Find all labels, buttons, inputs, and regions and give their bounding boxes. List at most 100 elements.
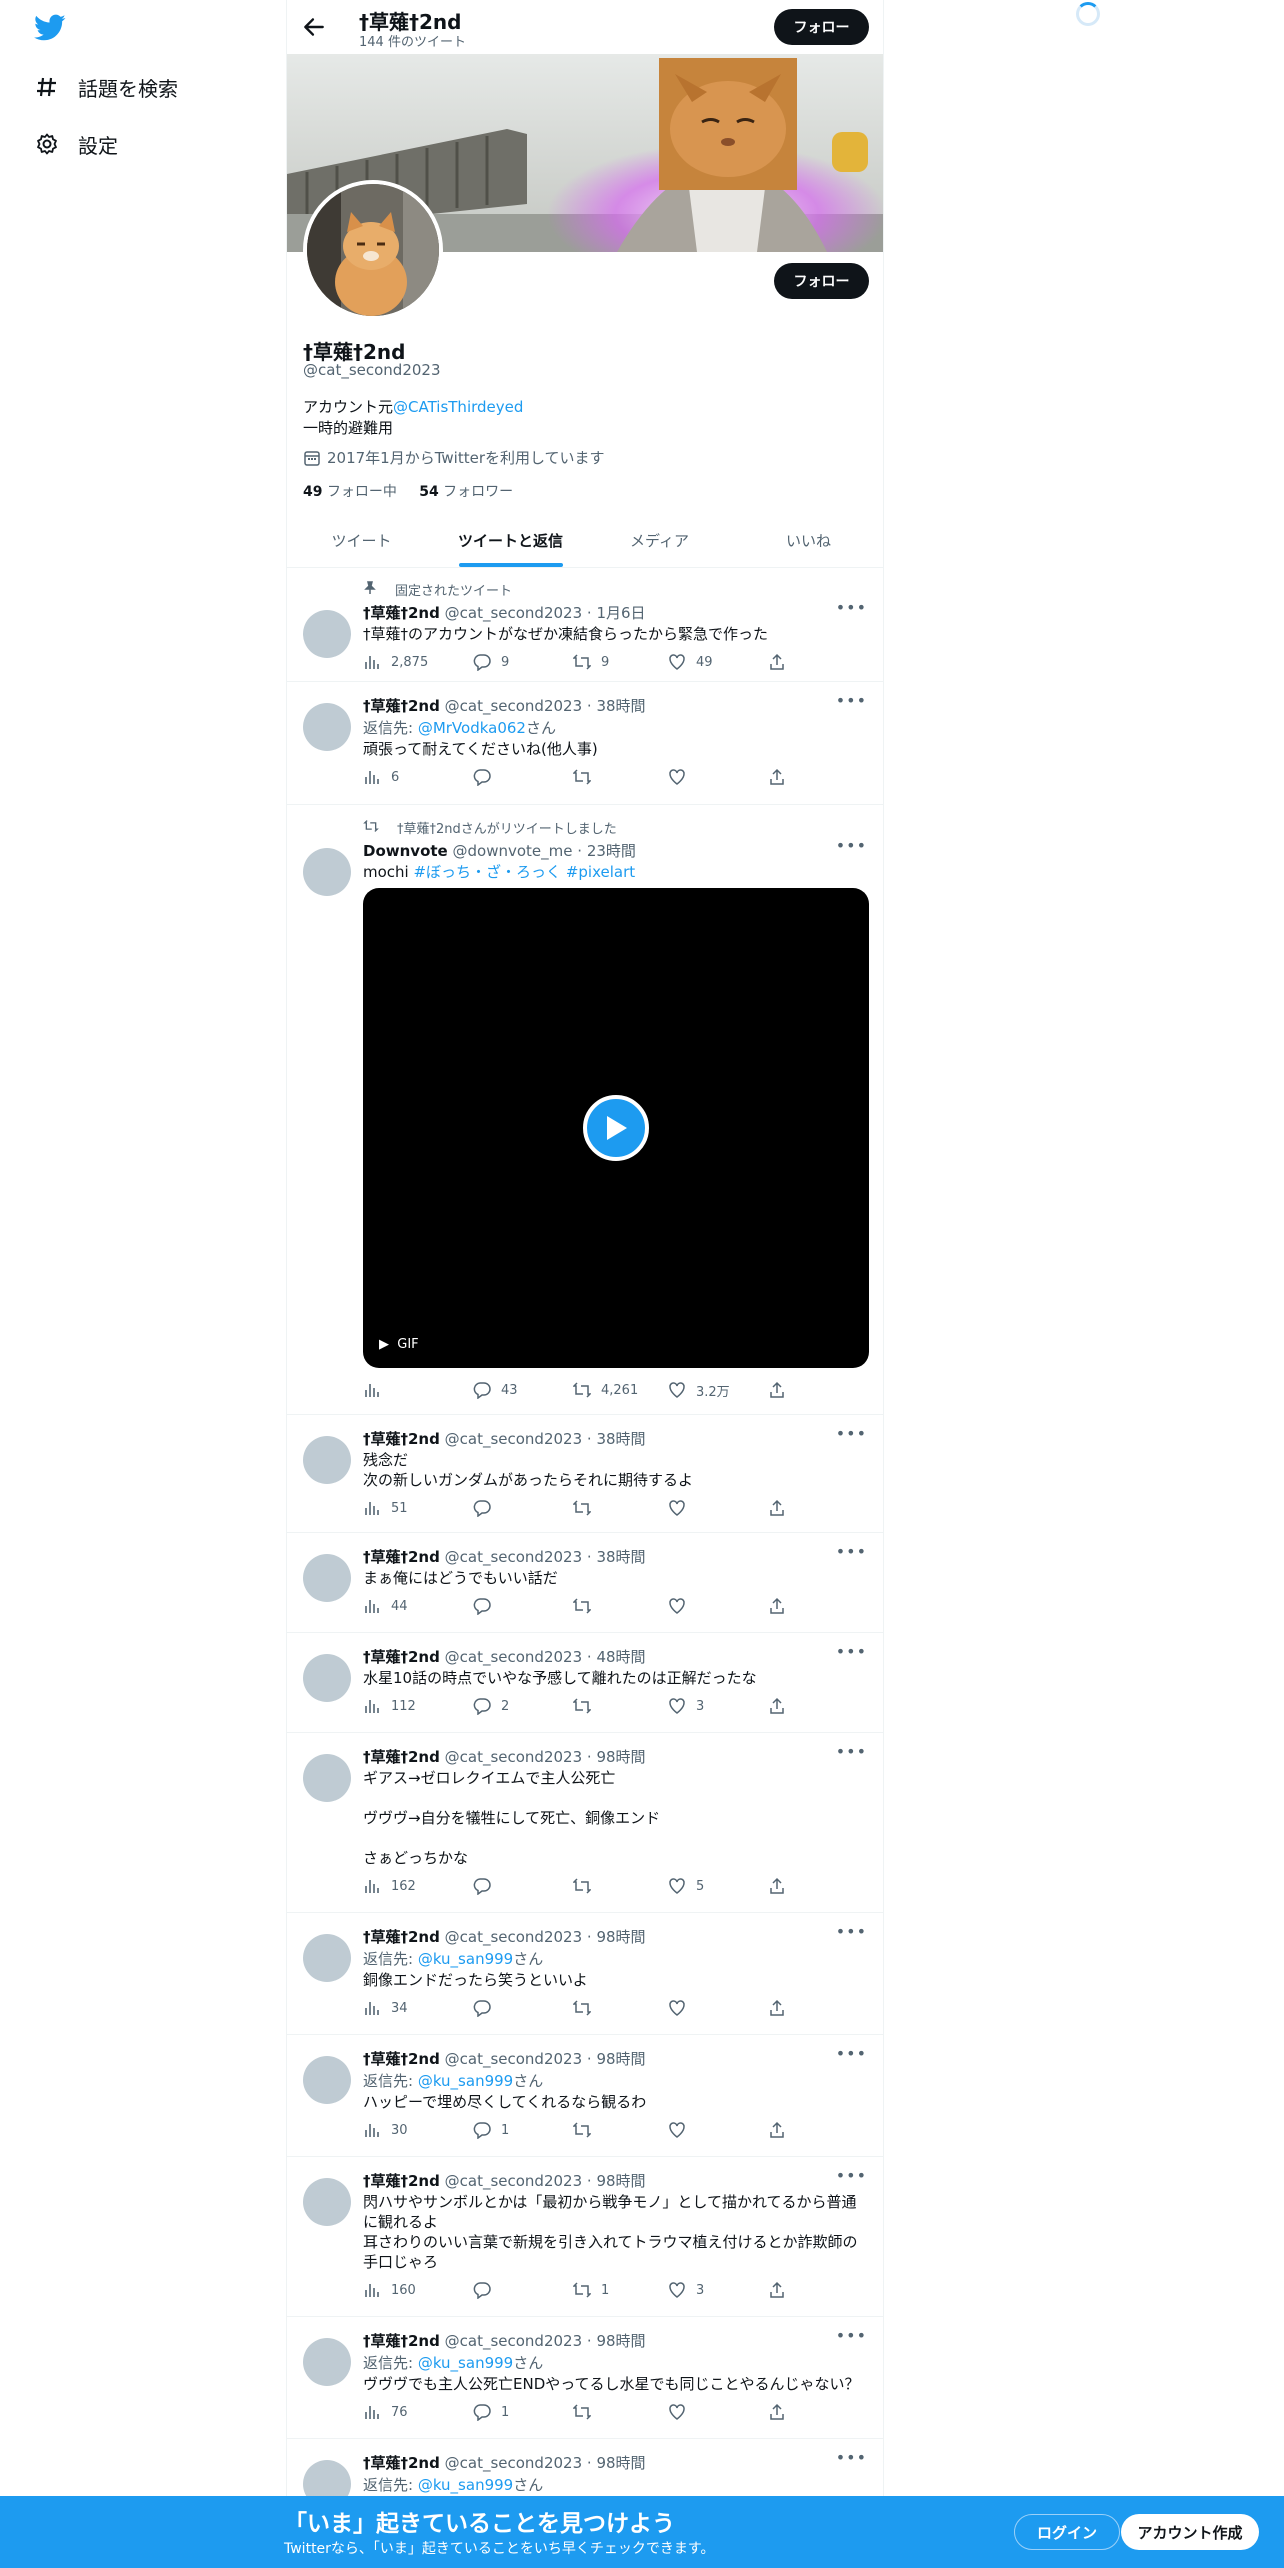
reply-button[interactable] [473,1998,501,2018]
tweet-avatar[interactable] [303,703,351,751]
retweet-button[interactable]: 1 [573,2280,609,2300]
retweet-button[interactable]: 9 [573,652,609,672]
tweet-author-handle[interactable]: @cat_second2023 [445,1430,583,1448]
views-button[interactable]: 51 [363,1498,408,1518]
reply-button[interactable] [473,2280,501,2300]
share-button[interactable] [768,1696,796,1716]
tweet-time[interactable]: 98時間 [596,2332,645,2350]
tab-tweets[interactable]: ツイート [287,514,436,567]
tweet-item[interactable]: †草薙†2nd @cat_second2023 · 98時間 ••• 返信先: @k… [287,2318,883,2439]
more-options-icon[interactable]: ••• [836,2044,867,2063]
retweet-button[interactable] [573,1998,601,2018]
tweet-item[interactable]: †草薙†2nd @cat_second2023 · 98時間 ••• 返信先: @k… [287,1914,883,2035]
tweet-avatar[interactable] [303,2338,351,2386]
tweet-hashtags[interactable]: #ぼっち・ざ・ろっく #pixelart [413,863,635,881]
following-link[interactable]: 49 フォロー中 [303,484,397,500]
tweet-item[interactable]: †草薙†2nd @cat_second2023 · 98時間 ••• 返信先: @k… [287,2036,883,2157]
like-button[interactable]: 3.2万 [668,1380,730,1400]
views-button[interactable] [363,1380,391,1400]
reply-button[interactable]: 1 [473,2402,509,2422]
tweet-item[interactable]: †草薙†2nd @cat_second2023 · 38時間 ••• まぁ俺にはどう… [287,1534,883,1633]
nav-explore[interactable]: 話題を検索 [34,67,178,107]
more-options-icon[interactable]: ••• [836,1742,867,1761]
tweet-time[interactable]: 98時間 [596,2050,645,2068]
tweet-avatar[interactable] [303,610,351,658]
tweet-avatar[interactable] [303,848,351,896]
tweet-author-handle[interactable]: @cat_second2023 [445,2050,583,2068]
tweet-time[interactable]: 38時間 [596,697,645,715]
more-options-icon[interactable]: ••• [836,836,867,855]
tweet-time[interactable]: 98時間 [596,2172,645,2190]
tweet-time[interactable]: 98時間 [596,1748,645,1766]
tweet-avatar[interactable] [303,1554,351,1602]
tweet-author-name[interactable]: †草薙†2nd [363,2454,440,2472]
share-button[interactable] [768,652,796,672]
profile-follow-button[interactable]: フォロー [774,263,869,299]
tweet-author-name[interactable]: †草薙†2nd [363,1430,440,1448]
tweet-author-handle[interactable]: @cat_second2023 [445,697,583,715]
reply-to-link[interactable]: @ku_san999 [418,2072,513,2090]
tweet-avatar[interactable] [303,1654,351,1702]
share-button[interactable] [768,1876,796,1896]
more-options-icon[interactable]: ••• [836,691,867,710]
tweet-avatar[interactable] [303,2178,351,2226]
reply-button[interactable] [473,1498,501,1518]
tweet-author-handle[interactable]: @cat_second2023 [445,2332,583,2350]
retweet-button[interactable] [573,2120,601,2140]
reply-button[interactable]: 43 [473,1380,518,1400]
bio-mention-link[interactable]: @CATisThirdeyed [393,398,523,416]
views-button[interactable]: 30 [363,2120,408,2140]
like-button[interactable] [668,1596,696,1616]
more-options-icon[interactable]: ••• [836,2166,867,2185]
tweet-avatar[interactable] [303,1934,351,1982]
reply-button[interactable] [473,767,501,787]
tweet-author-handle[interactable]: @cat_second2023 [445,1548,583,1566]
reply-button[interactable]: 1 [473,2120,509,2140]
tweet-author-name[interactable]: †草薙†2nd [363,2332,440,2350]
like-button[interactable]: 49 [668,652,713,672]
tweet-time[interactable]: 23時間 [587,842,636,860]
play-button[interactable] [583,1095,649,1161]
views-button[interactable]: 2,875 [363,652,428,672]
signup-button[interactable]: アカウント作成 [1121,2514,1259,2550]
login-button[interactable]: ログイン [1014,2514,1120,2550]
tweet-author-name[interactable]: †草薙†2nd [363,1648,440,1666]
like-button[interactable] [668,767,696,787]
tweet-item[interactable]: †草薙†2nd @cat_second2023 · 48時間 ••• 水星10話の時… [287,1634,883,1733]
share-button[interactable] [768,1380,796,1400]
share-button[interactable] [768,1498,796,1518]
tweet-author-name[interactable]: †草薙†2nd [363,697,440,715]
retweet-button[interactable]: 4,261 [573,1380,638,1400]
tweet-author-name[interactable]: †草薙†2nd [363,1548,440,1566]
tweet-author-name[interactable]: †草薙†2nd [363,2050,440,2068]
reply-button[interactable] [473,1596,501,1616]
followers-link[interactable]: 54 フォロワー [419,484,513,500]
like-button[interactable] [668,2402,696,2422]
more-options-icon[interactable]: ••• [836,1642,867,1661]
more-options-icon[interactable]: ••• [836,2326,867,2345]
like-button[interactable] [668,2120,696,2140]
tweet-time[interactable]: 98時間 [596,2454,645,2472]
share-button[interactable] [768,1596,796,1616]
like-button[interactable] [668,1998,696,2018]
tweet-author-handle[interactable]: @cat_second2023 [445,2172,583,2190]
tweet-author-handle[interactable]: @downvote_me [453,842,573,860]
tab-likes[interactable]: いいね [734,514,883,567]
like-button[interactable] [668,1498,696,1518]
tweet-author-handle[interactable]: @cat_second2023 [445,604,583,622]
like-button[interactable]: 3 [668,2280,704,2300]
back-arrow-icon[interactable] [301,14,327,40]
tweet-author-name[interactable]: †草薙†2nd [363,1928,440,1946]
tab-tweets-and-replies[interactable]: ツイートと返信 [436,514,585,567]
tweet-item[interactable]: †草薙†2nd @cat_second2023 · 98時間 ••• 閃ハサやサンボ… [287,2158,883,2317]
tweet-author-handle[interactable]: @cat_second2023 [445,2454,583,2472]
tweet-avatar[interactable] [303,1436,351,1484]
tweet-avatar[interactable] [303,1754,351,1802]
reply-to-link[interactable]: @ku_san999 [418,2354,513,2372]
more-options-icon[interactable]: ••• [836,598,867,617]
views-button[interactable]: 44 [363,1596,408,1616]
tweet-item[interactable]: †草薙†2nd @cat_second2023 · 38時間 ••• 残念だ 次の新… [287,1416,883,1533]
retweet-button[interactable] [573,2402,601,2422]
tweet-author-name[interactable]: †草薙†2nd [363,604,440,622]
retweet-button[interactable] [573,1596,601,1616]
